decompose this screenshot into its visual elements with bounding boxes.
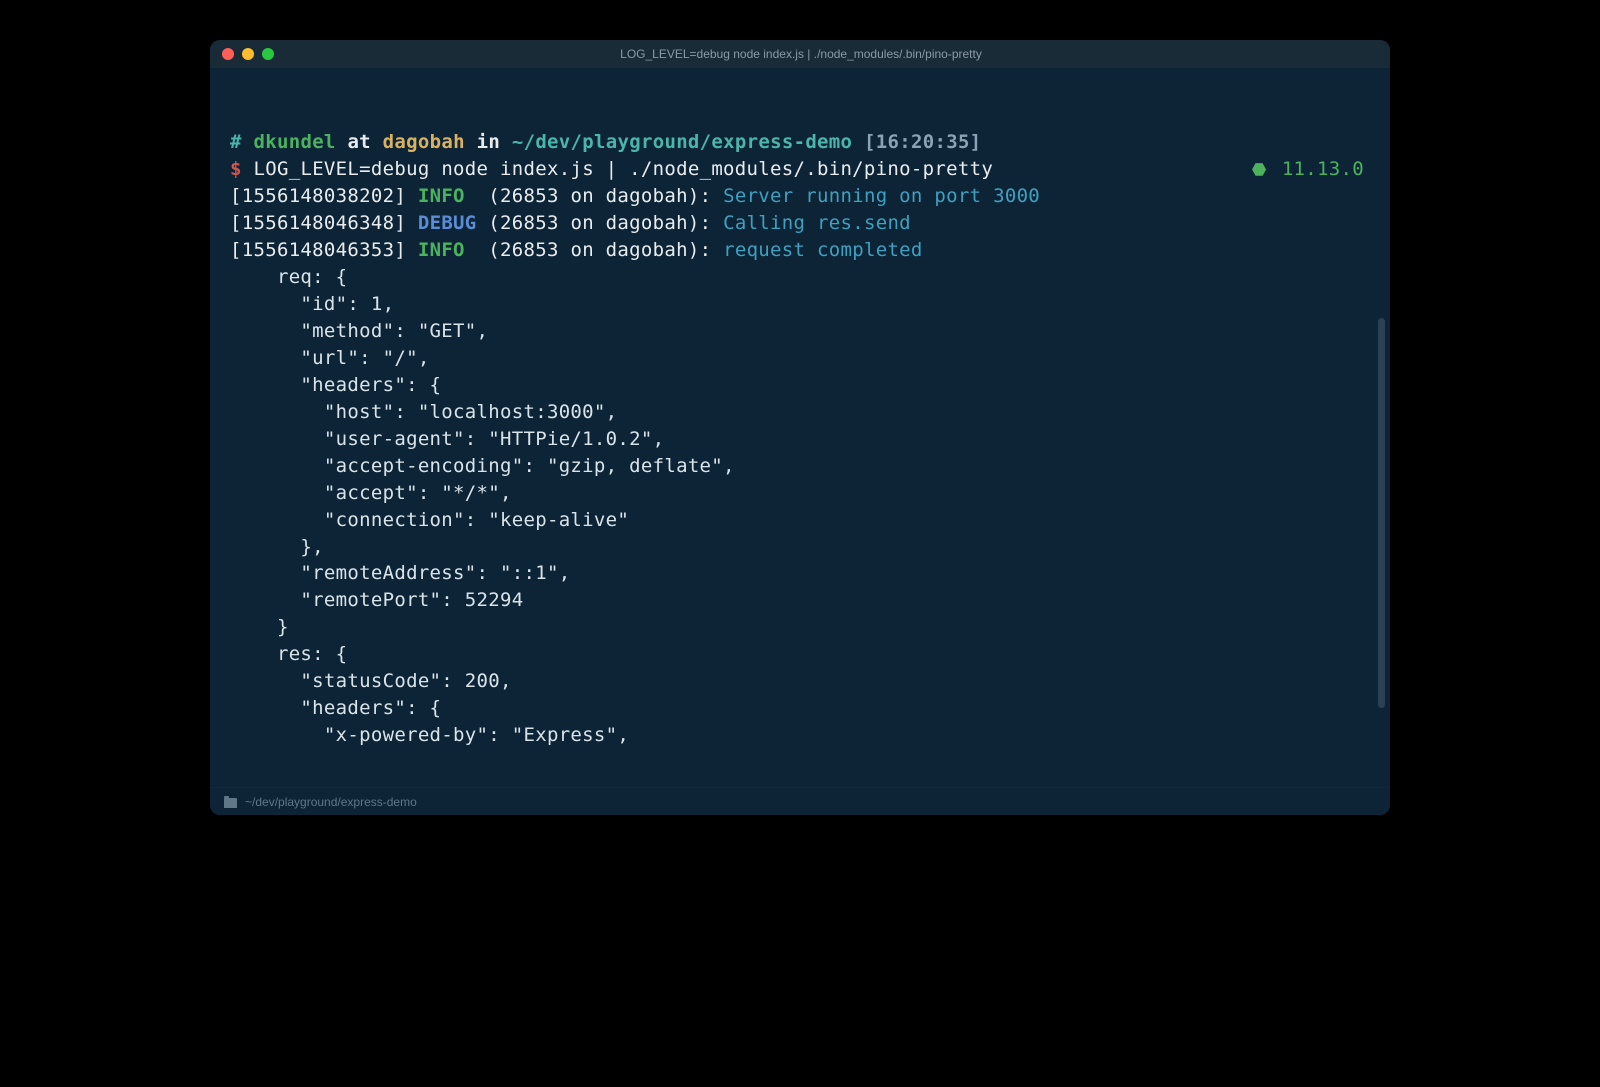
titlebar: LOG_LEVEL=debug node index.js | ./node_m… <box>210 40 1390 68</box>
log-level: INFO <box>418 239 465 261</box>
prompt-path: ~/dev/playground/express-demo <box>512 131 852 153</box>
scrollbar[interactable] <box>1378 318 1385 708</box>
log-context: (26853 on dagobah): <box>488 212 711 234</box>
prompt-in: in <box>477 131 500 153</box>
node-version-badge: 11.13.0 <box>1252 156 1370 183</box>
prompt-command: LOG_LEVEL=debug node index.js | ./node_m… <box>254 158 994 180</box>
node-version: 11.13.0 <box>1282 158 1364 180</box>
log-context: (26853 on dagobah): <box>488 239 711 261</box>
log-timestamp: [1556148046353] <box>230 239 406 261</box>
log-level: DEBUG <box>418 212 477 234</box>
window-title: LOG_LEVEL=debug node index.js | ./node_m… <box>224 47 1378 61</box>
log-lines: [1556148038202] INFO (26853 on dagobah):… <box>230 183 1370 264</box>
prompt-at: at <box>347 131 370 153</box>
log-message: Calling res.send <box>723 212 911 234</box>
prompt-time: [16:20:35] <box>864 131 981 153</box>
prompt-user: dkundel <box>254 131 336 153</box>
log-message: Server running on port 3000 <box>723 185 1040 207</box>
prompt-hash: # <box>230 131 242 153</box>
command-line: $ LOG_LEVEL=debug node index.js | ./node… <box>230 156 1370 183</box>
terminal-window: LOG_LEVEL=debug node index.js | ./node_m… <box>210 40 1390 815</box>
log-timestamp: [1556148038202] <box>230 185 406 207</box>
json-body: req: { "id": 1, "method": "GET", "url": … <box>230 264 1370 749</box>
log-level: INFO <box>418 185 465 207</box>
log-context: (26853 on dagobah): <box>488 185 711 207</box>
log-message: request completed <box>723 239 923 261</box>
terminal-output[interactable]: # dkundel at dagobah in ~/dev/playground… <box>210 68 1390 787</box>
hexagon-icon <box>1252 162 1266 176</box>
prompt-host: dagobah <box>383 131 465 153</box>
log-timestamp: [1556148046348] <box>230 212 406 234</box>
statusbar: ~/dev/playground/express-demo <box>210 787 1390 815</box>
statusbar-path: ~/dev/playground/express-demo <box>245 795 417 809</box>
folder-icon <box>224 798 237 808</box>
prompt-dollar: $ <box>230 158 242 180</box>
